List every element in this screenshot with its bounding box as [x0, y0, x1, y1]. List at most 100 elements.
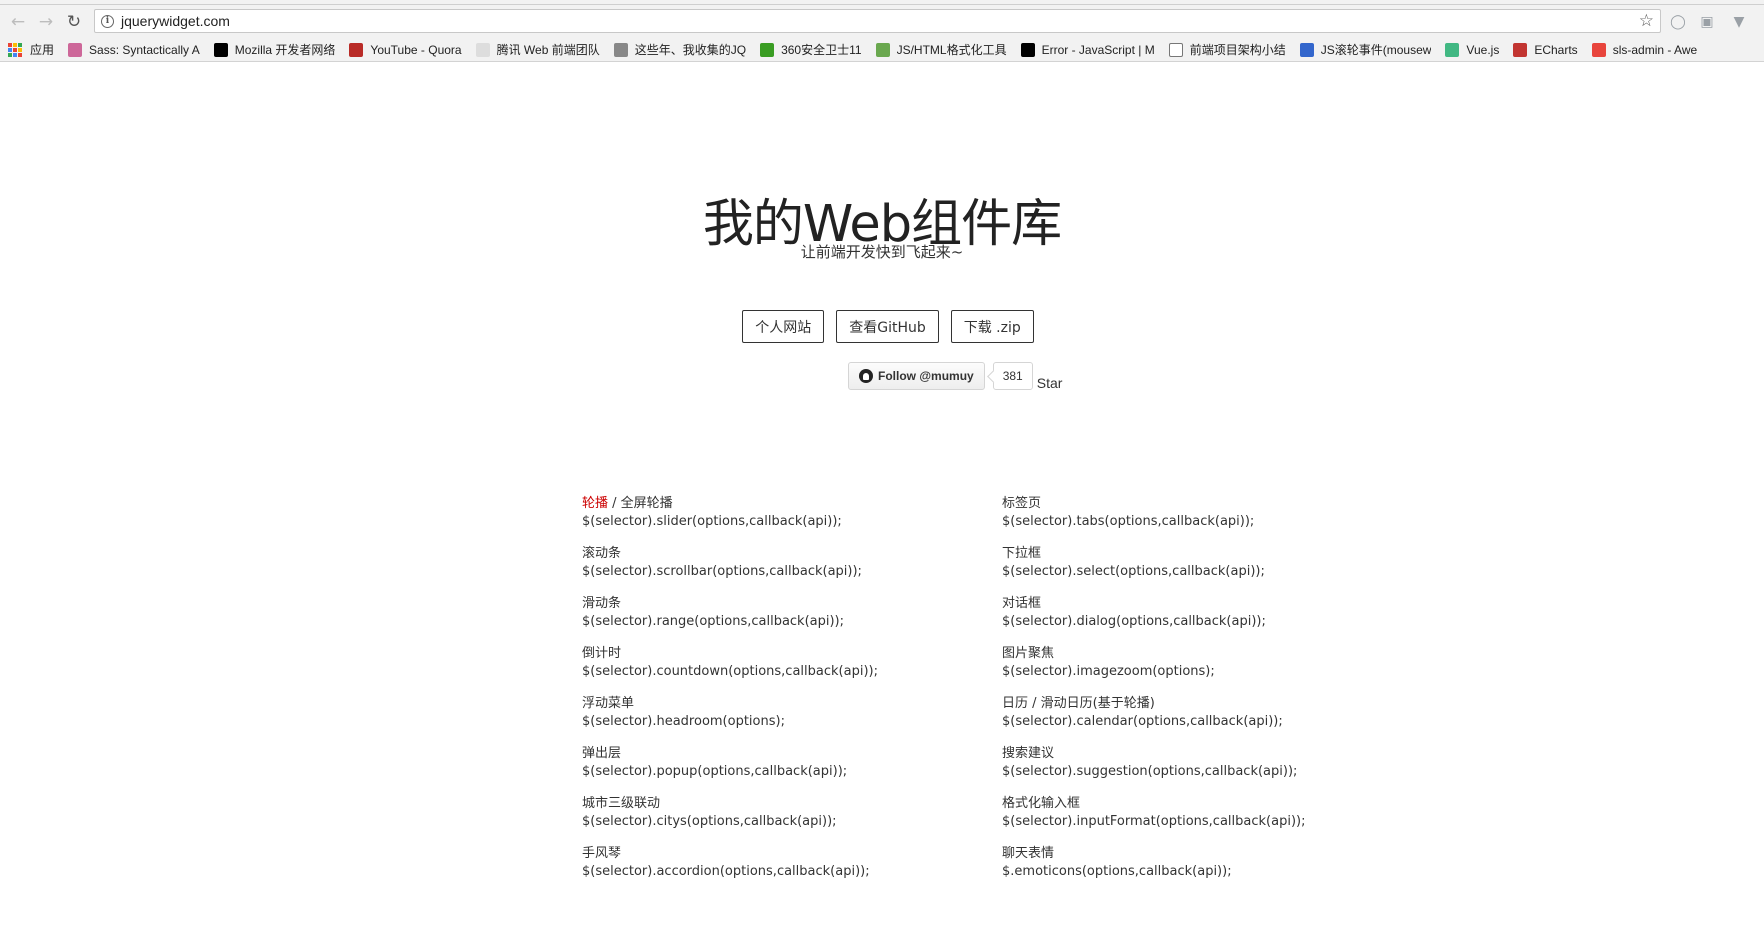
bookmark-item[interactable]: Sass: Syntactically A [68, 38, 200, 61]
widget-usage-code: $(selector).suggestion(options,callback(… [1002, 764, 1298, 779]
bookmark-item[interactable]: Mozilla 开发者网络 [213, 38, 336, 61]
page-icon [613, 42, 628, 57]
widget-title: 倒计时 [582, 645, 1002, 662]
widget-demo-link[interactable]: 轮播 [582, 496, 608, 511]
bookmark-label: ECharts [1534, 42, 1578, 57]
widget-demo-link[interactable]: 手风琴 [582, 846, 621, 861]
bookmark-item[interactable]: sls-admin - Awe [1591, 38, 1698, 61]
widget-title: 轮播 / 全屏轮播 [582, 495, 1002, 512]
widget-demo-link[interactable]: 弹出层 [582, 746, 621, 761]
address-bar[interactable]: i jquerywidget.com ☆ [94, 9, 1661, 33]
blog-icon [1299, 42, 1314, 57]
mozilla-icon [1020, 42, 1035, 57]
widget-demo-link[interactable]: 滚动条 [582, 546, 621, 561]
widget-title: 标签页 [1002, 495, 1362, 512]
widget-usage-code: $(selector).select(options,callback(api)… [1002, 564, 1265, 579]
bookmark-label: Mozilla 开发者网络 [234, 43, 336, 57]
bookmark-item[interactable]: ECharts [1513, 38, 1578, 61]
forward-arrow-icon[interactable]: → [34, 5, 58, 38]
vue-icon [1445, 42, 1460, 57]
widget-title: 手风琴 [582, 845, 1002, 862]
extension-circle-icon[interactable]: ◯ [1667, 11, 1689, 33]
egg-icon [475, 42, 490, 57]
widget-demo-link[interactable]: 搜索建议 [1002, 746, 1054, 761]
widget-demo-link[interactable]: 倒计时 [582, 646, 621, 661]
widget-demo-link[interactable]: 聊天表情 [1002, 846, 1054, 861]
widget-title: 格式化输入框 [1002, 795, 1362, 812]
github-star-label[interactable]: Star [1037, 375, 1063, 391]
echarts-icon [1513, 42, 1528, 57]
widget-usage-code: $(selector).tabs(options,callback(api)); [1002, 514, 1255, 529]
widget-demo-link[interactable]: 图片聚焦 [1002, 646, 1054, 661]
widget-item: 标签页 $(selector).tabs(options,callback(api… [1002, 495, 1362, 533]
url-text[interactable]: jquerywidget.com [121, 13, 230, 29]
widget-usage-code: $(selector).popup(options,callback(api))… [582, 764, 848, 779]
bookmark-item[interactable]: 这些年、我收集的JQ [613, 38, 747, 61]
bookmark-item[interactable]: 应用 [8, 38, 55, 61]
widget-demo-link[interactable]: 下拉框 [1002, 546, 1041, 561]
widget-demo-link[interactable]: 日历 / 滑动日历(基于轮播) [1002, 696, 1155, 711]
widget-usage-code: $(selector).dialog(options,callback(api)… [1002, 614, 1266, 629]
bookmark-item[interactable]: JS/HTML格式化工具 [875, 38, 1007, 61]
action-buttons: 个人网站 查看GitHub 下载 .zip [0, 310, 1764, 343]
sls-icon [1591, 42, 1606, 57]
widget-usage-code: $(selector).accordion(options,callback(a… [582, 864, 870, 879]
widget-usage-code: $(selector).calendar(options,callback(ap… [1002, 714, 1283, 729]
bookmark-item[interactable]: YouTube - Quora [349, 38, 462, 61]
back-arrow-icon[interactable]: ← [6, 5, 30, 38]
mozilla-icon [213, 42, 228, 57]
bookmark-label: Vue.js [1466, 42, 1500, 57]
reload-icon[interactable]: ↻ [62, 5, 86, 38]
bookmarks-bar: 应用 Sass: Syntactically A Mozilla 开发者网络 YouT… [0, 38, 1764, 62]
widget-demo-link[interactable]: 对话框 [1002, 596, 1041, 611]
bookmark-label: 这些年、我收集的JQ [634, 43, 747, 57]
widget-item: 搜索建议 $(selector).suggestion(options,callb… [1002, 745, 1362, 783]
bookmark-label: 前端项目架构小结 [1189, 43, 1286, 57]
personal-site-button[interactable]: 个人网站 [742, 310, 825, 343]
widget-item: 聊天表情 $.emoticons(options,callback(api)); [1002, 845, 1362, 883]
apps-grid-icon [8, 42, 22, 57]
widget-usage-code: $(selector).range(options,callback(api))… [582, 614, 845, 629]
title-separator: / [608, 496, 621, 511]
quora-icon [349, 42, 364, 57]
bookmark-item[interactable]: 360安全卫士11 [760, 38, 862, 61]
github-button[interactable]: 查看GitHub [836, 310, 939, 343]
bookmark-item[interactable]: 前端项目架构小结 [1168, 38, 1286, 61]
widget-demo-link[interactable]: 标签页 [1002, 496, 1041, 511]
bookmark-label: Error - JavaScript | M [1041, 42, 1155, 57]
widget-item: 浮动菜单 $(selector).headroom(options); [582, 695, 1002, 733]
widget-item: 手风琴 $(selector).accordion(options,callbac… [582, 845, 1002, 883]
widget-title: 滑动条 [582, 595, 1002, 612]
widget-item: 对话框 $(selector).dialog(options,callback(a… [1002, 595, 1362, 633]
github-octocat-icon [859, 369, 873, 383]
widget-title: 图片聚焦 [1002, 645, 1362, 662]
bookmark-item[interactable]: JS滚轮事件(mousew [1299, 38, 1432, 61]
extension-shield-icon[interactable]: ▼ [1728, 11, 1750, 33]
widget-demo-link[interactable]: 滑动条 [582, 596, 621, 611]
bookmark-label: 应用 [30, 43, 55, 57]
widget-usage-code: $(selector).imagezoom(options); [1002, 664, 1215, 679]
github-follower-count[interactable]: 381 [992, 362, 1033, 390]
widget-title: 城市三级联动 [582, 795, 1002, 812]
widget-demo-link[interactable]: 全屏轮播 [621, 496, 673, 511]
widget-demo-link[interactable]: 格式化输入框 [1002, 796, 1080, 811]
bookmark-label: Sass: Syntactically A [89, 42, 200, 57]
bookmark-item[interactable]: Vue.js [1445, 38, 1500, 61]
bookmark-star-icon[interactable]: ☆ [1639, 11, 1654, 31]
widget-usage-code: $(selector).countdown(options,callback(a… [582, 664, 878, 679]
widget-item: 倒计时 $(selector).countdown(options,callbac… [582, 645, 1002, 683]
info-icon[interactable]: i [101, 14, 114, 28]
document-icon [1168, 42, 1183, 57]
github-widget: Follow @mumuy 381 Star [848, 362, 1063, 391]
bookmark-item[interactable]: Error - JavaScript | M [1020, 38, 1155, 61]
extension-window-icon[interactable]: ▣ [1696, 11, 1718, 33]
widget-demo-link[interactable]: 浮动菜单 [582, 696, 634, 711]
360-icon [760, 42, 775, 57]
bookmark-item[interactable]: 腾讯 Web 前端团队 [475, 38, 600, 61]
widget-item: 滚动条 $(selector).scrollbar(options,callbac… [582, 545, 1002, 583]
download-zip-button[interactable]: 下载 .zip [950, 310, 1034, 343]
bookmark-label: JS滚轮事件(mousew [1320, 43, 1432, 57]
widget-demo-link[interactable]: 城市三级联动 [582, 796, 660, 811]
bookmark-label: sls-admin - Awe [1612, 42, 1698, 57]
github-follow-button[interactable]: Follow @mumuy [848, 362, 985, 390]
